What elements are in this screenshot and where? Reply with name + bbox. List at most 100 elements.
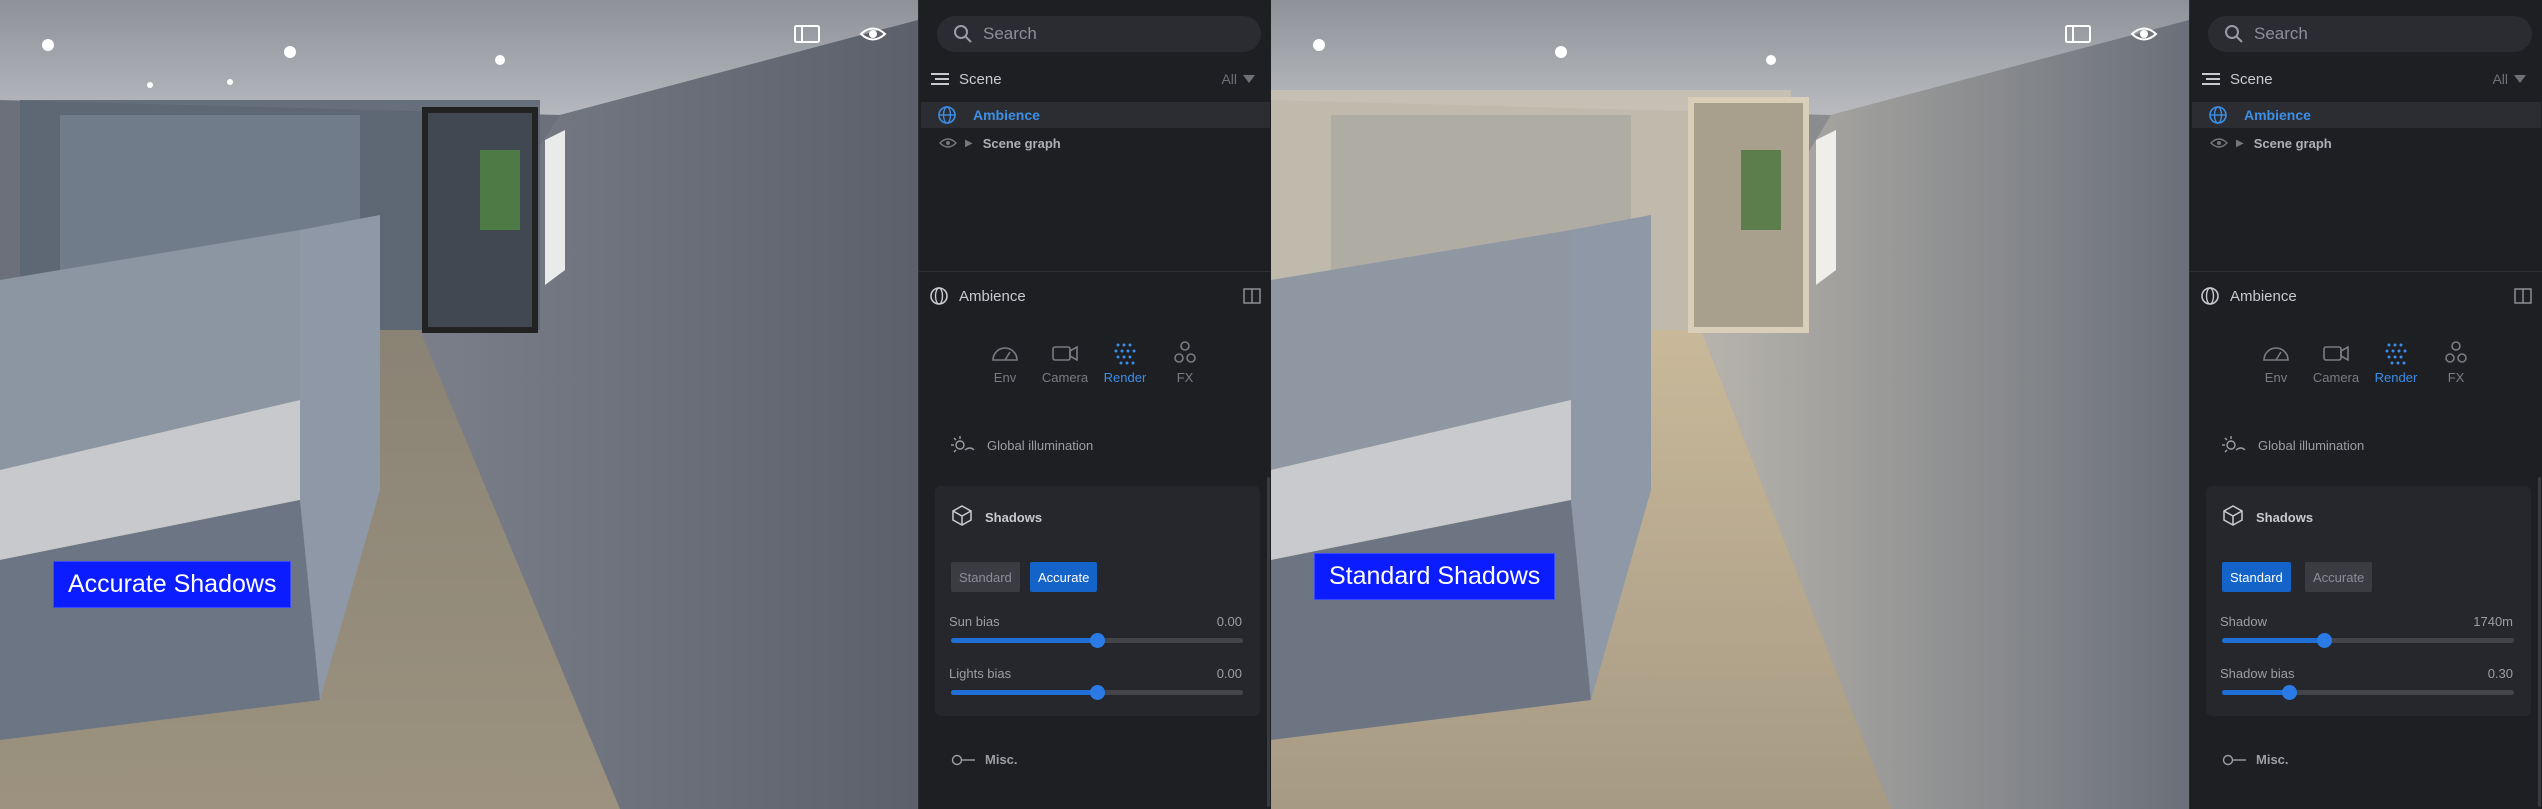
standard-mode-button[interactable]: Standard — [951, 562, 1020, 592]
eye-icon[interactable] — [2210, 137, 2228, 149]
gauge-icon — [2263, 347, 2289, 361]
global-illumination-section[interactable]: Global illumination — [2222, 434, 2364, 456]
filter-dropdown[interactable]: All — [1221, 71, 1255, 87]
tab-label: Env — [2264, 370, 2288, 385]
eye-icon[interactable] — [2129, 22, 2159, 46]
panel-toggle-icon[interactable] — [2063, 22, 2093, 46]
tab-label: FX — [2447, 370, 2465, 385]
tab-render[interactable]: Render — [2366, 340, 2426, 392]
accurate-mode-button[interactable]: Accurate — [1030, 562, 1098, 592]
expand-arrow-icon[interactable]: ▶ — [965, 138, 973, 149]
toggle-icon — [2222, 754, 2246, 765]
slider-value: 0.00 — [1216, 666, 1242, 681]
eye-icon[interactable] — [858, 22, 888, 46]
eye-icon[interactable] — [939, 137, 957, 149]
gauge-icon — [992, 347, 1018, 361]
shadows-header[interactable]: Shadows — [2222, 504, 2313, 530]
lights-bias-slider[interactable] — [951, 685, 1243, 700]
slider-value: 1740m — [2473, 614, 2513, 629]
shadow-distance-slider[interactable] — [2222, 633, 2514, 648]
slider-fill — [951, 638, 1097, 643]
panel-toggle-icon[interactable] — [792, 22, 822, 46]
misc-section[interactable]: Misc. — [2222, 752, 2289, 767]
expand-arrow-icon[interactable]: ▶ — [2236, 138, 2244, 149]
slider-label: Sun bias — [949, 614, 1000, 629]
tab-env[interactable]: Env — [975, 340, 1035, 392]
shadows-header[interactable]: Shadows — [951, 504, 1042, 530]
global-illumination-section[interactable]: Global illumination — [951, 434, 1093, 456]
comparison-left: Accurate Shadows Search Scene All Ambien… — [0, 0, 1272, 809]
slider-label: Lights bias — [949, 666, 1012, 681]
slider-fill — [2222, 638, 2325, 643]
comparison-caption: Standard Shadows — [1314, 553, 1556, 600]
dock-icon[interactable] — [1243, 288, 1261, 304]
side-panel: Search Scene All Ambience ▶ Scene graph — [918, 0, 1272, 809]
chevron-down-icon — [2514, 75, 2526, 83]
tab-fx[interactable]: FX — [2426, 340, 2486, 392]
scene-header: Scene All — [929, 68, 1265, 90]
3d-viewport[interactable]: Standard Shadows — [1271, 0, 2189, 809]
dock-icon[interactable] — [2514, 288, 2532, 304]
slider-handle[interactable] — [2282, 685, 2298, 700]
tab-camera[interactable]: Camera — [2306, 340, 2366, 392]
filter-label: All — [1221, 71, 1237, 87]
side-panel: Search Scene All Ambience ▶ Scene graph — [2189, 0, 2542, 809]
scrollbar[interactable] — [2538, 477, 2541, 807]
tab-label: Env — [993, 370, 1017, 385]
slider-handle[interactable] — [1090, 633, 1105, 648]
hamburger-icon[interactable] — [2200, 70, 2222, 88]
tree-item-scene-graph[interactable]: ▶ Scene graph — [2192, 130, 2541, 156]
standard-mode-button[interactable]: Standard — [2222, 562, 2291, 592]
filter-dropdown[interactable]: All — [2492, 71, 2526, 87]
scrollbar[interactable] — [1267, 477, 1270, 807]
slider-label: Shadow — [2220, 614, 2267, 629]
tab-label: Render — [1103, 370, 1147, 385]
slider-handle[interactable] — [2317, 633, 2333, 648]
shadow-bias-slider[interactable] — [2222, 685, 2514, 700]
camera-icon — [2323, 345, 2349, 362]
tree-item-label: Ambience — [973, 107, 1040, 123]
misc-section[interactable]: Misc. — [951, 752, 1018, 767]
office-render — [0, 0, 918, 809]
slider-label: Shadow bias — [2220, 666, 2295, 681]
slider-fill — [951, 690, 1097, 695]
search-placeholder: Search — [983, 24, 1037, 43]
search-icon — [2225, 25, 2243, 43]
dots-grid-icon — [2385, 343, 2407, 365]
scene-header: Scene All — [2200, 68, 2536, 90]
search-input[interactable]: Search — [2208, 16, 2532, 52]
scene-title: Scene — [959, 70, 1002, 88]
tab-label: Camera — [2312, 370, 2360, 385]
tab-env[interactable]: Env — [2246, 340, 2306, 392]
hamburger-icon[interactable] — [929, 70, 951, 88]
filter-label: All — [2492, 71, 2508, 87]
tab-render[interactable]: Render — [1095, 340, 1155, 392]
tab-fx[interactable]: FX — [1155, 340, 1215, 392]
tree-item-ambience[interactable]: Ambience — [921, 102, 1270, 128]
search-placeholder: Search — [2254, 24, 2308, 43]
shadows-section: Shadows Standard Accurate Shadow 1740m S… — [2206, 486, 2531, 716]
shadows-section: Shadows Standard Accurate Sun bias 0.00 … — [935, 486, 1260, 716]
tree-item-ambience[interactable]: Ambience — [2192, 102, 2541, 128]
tree-item-label: Scene graph — [2253, 135, 2332, 151]
tab-label: Render — [2374, 370, 2418, 385]
chevron-down-icon — [1243, 75, 1255, 83]
properties-pane: Ambience Env Camera Render FX Global ill… — [919, 272, 1272, 809]
3d-viewport[interactable]: Accurate Shadows — [0, 0, 918, 809]
tree-item-scene-graph[interactable]: ▶ Scene graph — [921, 130, 1270, 156]
search-input[interactable]: Search — [937, 16, 1261, 52]
accurate-mode-button[interactable]: Accurate — [2305, 562, 2373, 592]
slider-value: 0.30 — [2487, 666, 2513, 681]
toggle-icon — [951, 754, 975, 765]
sun-bias-slider[interactable] — [951, 633, 1243, 648]
shadows-title: Shadows — [2256, 509, 2314, 525]
sun-icon — [2222, 436, 2246, 453]
slider-handle[interactable] — [1090, 685, 1105, 700]
properties-title: Ambience — [2230, 287, 2297, 305]
tab-label: Camera — [1041, 370, 1089, 385]
fx-icon — [2445, 341, 2467, 363]
cube-icon — [952, 505, 972, 526]
properties-pane: Ambience Env Camera Render FX Global ill… — [2190, 272, 2542, 809]
comparison-caption: Accurate Shadows — [53, 561, 292, 608]
tab-camera[interactable]: Camera — [1035, 340, 1095, 392]
